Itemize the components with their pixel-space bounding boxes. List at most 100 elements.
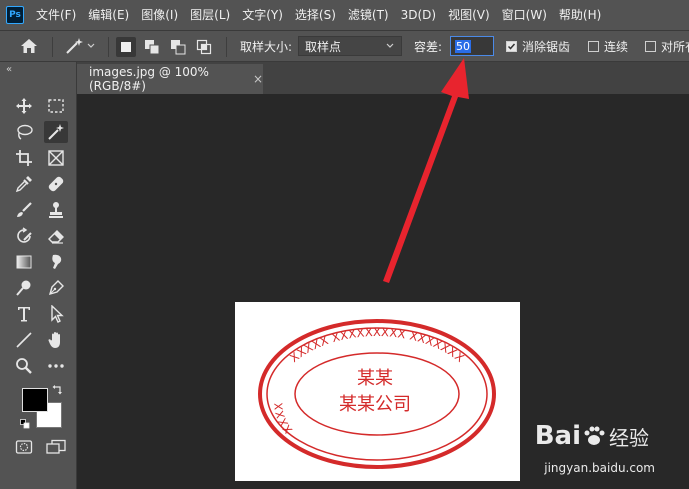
foreground-color-swatch[interactable] [22,388,48,412]
gradient-tool[interactable] [12,251,36,273]
menu-layer[interactable]: 图层(L) [184,0,236,30]
magic-wand-icon [48,124,64,140]
lasso-icon [17,124,33,140]
pen-tool[interactable] [44,277,68,299]
smudge-tool[interactable] [44,251,68,273]
chevron-down-icon [87,43,95,48]
menu-select[interactable]: 选择(S) [289,0,342,30]
menu-image[interactable]: 图像(I) [135,0,184,30]
smudge-icon [52,254,62,269]
eraser-tool[interactable] [44,225,68,247]
collapse-panel-icon[interactable]: « [6,64,12,75]
tolerance-input[interactable]: 50 [450,36,494,56]
menu-type[interactable]: 文字(Y) [236,0,289,30]
hand-tool[interactable] [44,329,68,351]
menu-edit[interactable]: 编辑(E) [82,0,135,30]
checkbox-unchecked-icon [645,40,656,52]
line-icon [16,332,32,348]
home-button[interactable] [20,31,38,61]
menu-file[interactable]: 文件(F) [30,0,82,30]
paw-icon [584,426,605,445]
document-tab[interactable]: images.jpg @ 100%(RGB/8#) × [77,64,263,94]
history-brush-icon [17,227,32,243]
rectangular-marquee-icon [48,99,64,113]
menu-bar: Ps 文件(F) 编辑(E) 图像(I) 图层(L) 文字(Y) 选择(S) 滤… [0,0,689,30]
contiguous-label: 连续 [604,39,629,54]
separator [52,37,53,57]
frame-icon [48,150,64,166]
stamp-image: XXXXX XXXXXXXXX XXXXXXX XXXXX XXXXXXXXX … [258,319,496,469]
magic-wand-tool[interactable] [44,121,68,143]
antialias-label: 消除锯齿 [522,39,571,54]
document-tab-title: images.jpg @ 100%(RGB/8#) [89,65,209,93]
new-selection-icon [121,42,131,52]
add-to-selection-button[interactable] [142,37,162,57]
document-tab-bar: images.jpg @ 100%(RGB/8#) × [77,62,689,94]
photoshop-logo[interactable]: Ps [6,6,24,24]
quick-mask-button[interactable] [12,436,36,458]
eyedropper-icon [15,176,32,193]
text-icon [18,307,30,322]
menu-window[interactable]: 窗口(W) [496,0,553,30]
antialias-checkbox[interactable]: 消除锯齿 [506,31,570,61]
separator [226,37,227,57]
contiguous-checkbox[interactable]: 连续 [588,31,628,61]
move-tool[interactable] [12,95,36,117]
tolerance-value: 50 [455,39,471,53]
dodge-icon [16,280,31,296]
home-icon [21,39,37,53]
tool-preset-picker[interactable] [64,31,96,61]
default-colors-icon[interactable] [20,418,30,432]
document-canvas[interactable]: XXXXX XXXXXXXXX XXXXXXX XXXXX XXXXXXXXX … [235,302,520,481]
screen-mode-button[interactable] [44,436,68,458]
crop-tool[interactable] [12,147,36,169]
lasso-tool[interactable] [12,121,36,143]
gradient-icon [16,255,32,269]
hand-icon [48,332,60,348]
stamp-icon [49,202,63,218]
menu-help[interactable]: 帮助(H) [553,0,607,30]
menu-filter[interactable]: 滤镜(T) [342,0,395,30]
watermark-url: jingyan.baidu.com [544,461,655,475]
sample-size-select[interactable]: 取样点 [298,36,402,56]
move-icon [16,98,32,114]
stamp-line2: 某某公司 [339,394,411,415]
frame-tool[interactable] [44,147,68,169]
type-tool[interactable] [12,303,36,325]
bandage-icon [48,176,64,192]
dodge-tool[interactable] [12,277,36,299]
close-icon[interactable]: × [253,72,263,86]
healing-brush-tool[interactable] [44,173,68,195]
marquee-tool[interactable] [44,95,68,117]
tools-panel: « [0,62,77,489]
chevron-down-icon [386,43,394,48]
intersect-selection-button[interactable] [194,37,214,57]
brush-tool[interactable] [12,199,36,221]
baidu-logo: Bai [534,421,581,451]
checkbox-unchecked-icon [588,40,599,52]
zoom-icon [16,358,32,374]
sample-size-label: 取样大小: [240,39,293,54]
sample-size-value: 取样点 [305,39,342,54]
path-selection-tool[interactable] [44,303,68,325]
clone-stamp-tool[interactable] [44,199,68,221]
zoom-tool[interactable] [12,355,36,377]
pen-icon [48,280,64,296]
baidu-jingyan-text: 经验 [609,425,649,450]
eyedropper-tool[interactable] [12,173,36,195]
baidu-watermark: Bai 经验 [535,421,649,451]
more-dots-icon [48,364,64,368]
history-brush-tool[interactable] [12,225,36,247]
new-selection-button[interactable] [116,37,136,57]
all-layers-label: 对所有 [661,39,689,54]
edit-toolbar-button[interactable] [44,355,68,377]
swap-colors-icon[interactable] [52,384,64,399]
add-selection-icon [145,40,160,55]
quick-mask-icon [15,440,33,454]
menu-view[interactable]: 视图(V) [442,0,496,30]
subtract-selection-icon [171,40,186,55]
all-layers-checkbox[interactable]: 对所有 [645,31,689,61]
line-tool[interactable] [12,329,36,351]
menu-3d[interactable]: 3D(D) [395,0,442,30]
subtract-from-selection-button[interactable] [168,37,188,57]
